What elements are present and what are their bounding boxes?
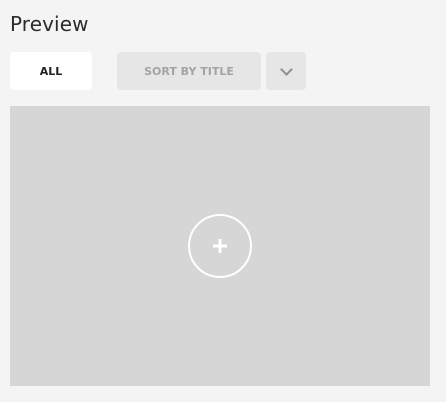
all-filter-button[interactable]: ALL: [10, 52, 92, 90]
plus-icon: [213, 239, 227, 253]
preview-area: [10, 106, 430, 386]
page-title: Preview: [10, 12, 89, 36]
chevron-down-icon: [279, 62, 293, 76]
sort-dropdown-button[interactable]: [266, 52, 306, 90]
sort-by-title-button[interactable]: SORT BY TITLE: [117, 52, 261, 90]
add-button[interactable]: [188, 214, 252, 278]
